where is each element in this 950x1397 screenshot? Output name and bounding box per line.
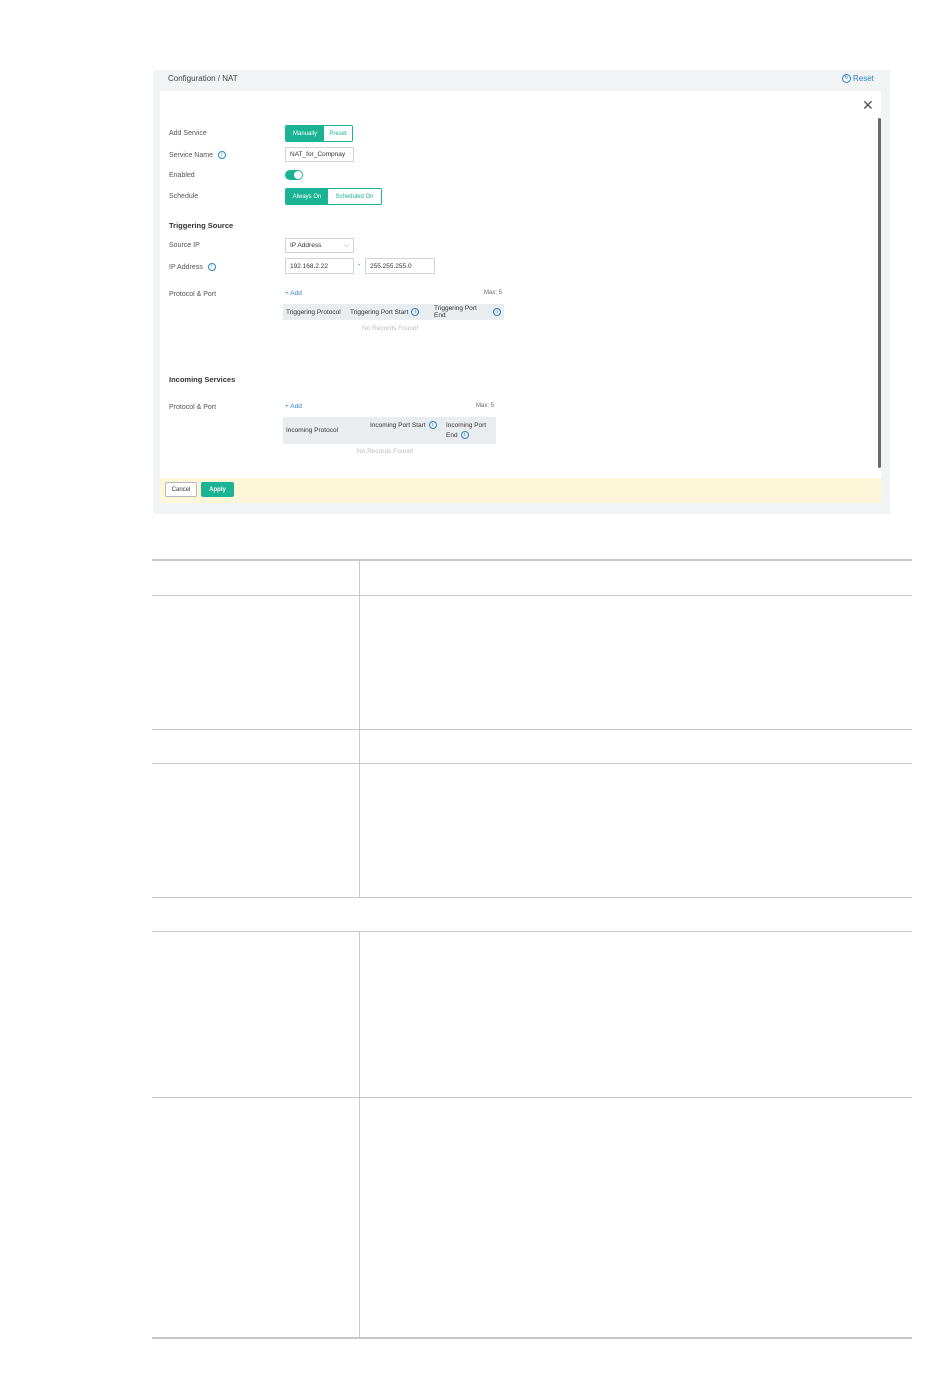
schedule-label: Schedule (169, 193, 199, 200)
incoming-table-header: Incoming Protocol Incoming Port Start i I… (283, 417, 496, 444)
column-header-text: Incoming Port Start (370, 422, 426, 429)
table-border-top (152, 559, 912, 561)
trigger-add-button[interactable]: + Add (285, 290, 302, 297)
info-icon: i (428, 421, 437, 430)
nat-dialog (160, 91, 881, 503)
dialog-footer (160, 478, 881, 503)
add-service-toggle: Manually Preset (285, 125, 353, 142)
table-row-divider (152, 897, 912, 898)
column-header: Triggering Port End i (431, 304, 504, 320)
reset-link[interactable]: ↻ Reset (842, 74, 874, 83)
always-on-option[interactable]: Always On (286, 189, 328, 204)
column-header: Incoming Protocol (286, 427, 339, 434)
trigger-protocol-port-label: Protocol & Port (169, 291, 217, 298)
info-icon: i (207, 263, 216, 271)
info-icon: i (411, 308, 420, 316)
reset-icon: ↻ (842, 74, 851, 83)
add-service-label: Add Service (169, 130, 207, 137)
table-row-divider (152, 931, 912, 932)
enabled-label: Enabled (169, 172, 195, 179)
schedule-toggle: Always On Scheduled On (285, 188, 382, 205)
scheduled-on-option[interactable]: Scheduled On (328, 189, 381, 204)
incoming-empty-text: No Records Found! (357, 448, 414, 455)
info-icon: i (493, 308, 501, 316)
table-column-divider (359, 931, 360, 1337)
breadcrumb: Configuration / NAT (168, 74, 238, 83)
reset-label: Reset (853, 74, 874, 83)
scrollbar[interactable] (878, 118, 881, 468)
triggering-source-title: Triggering Source (169, 221, 234, 230)
chevron-down-icon: ⌵ (343, 241, 349, 249)
source-ip-value: IP Address (290, 242, 322, 249)
column-header-text: Triggering Port End (434, 305, 477, 319)
enabled-switch[interactable] (285, 170, 303, 180)
column-header: Incoming Port End i (443, 417, 496, 444)
manually-option[interactable]: Manually (286, 126, 324, 141)
table-row-divider (152, 1097, 912, 1098)
ip-address-input[interactable]: 192.168.2.22 (285, 258, 354, 274)
close-icon[interactable]: ✕ (862, 97, 874, 114)
apply-button[interactable]: Apply (201, 482, 234, 497)
trigger-empty-text: No Records Found! (362, 325, 419, 332)
service-name-label-text: Service Name (169, 151, 213, 159)
incoming-add-button[interactable]: + Add (285, 403, 302, 410)
cancel-button[interactable]: Cancel (165, 482, 197, 497)
column-header: Triggering Port Start i (347, 304, 431, 320)
incoming-max-label: Max: 5 (476, 403, 495, 409)
incoming-services-title: Incoming Services (169, 375, 236, 384)
subnet-mask-input[interactable]: 255.255.255.0 (365, 258, 435, 274)
incoming-protocol-port-label: Protocol & Port (169, 404, 217, 411)
table-row-divider (152, 595, 912, 596)
table-column-divider (359, 561, 360, 897)
source-ip-label: Source IP (169, 242, 200, 249)
service-name-label: Service Name i (169, 151, 226, 159)
column-header: Triggering Protocol (286, 308, 341, 316)
source-ip-select[interactable]: IP Address ⌵ (285, 238, 354, 253)
preset-option[interactable]: Preset (324, 126, 352, 141)
switch-knob (294, 171, 302, 179)
table-row-divider (152, 763, 912, 764)
trigger-table-header: Triggering Protocol Triggering Port Star… (283, 304, 504, 320)
column-header-text: Triggering Port Start (350, 308, 409, 316)
service-name-input[interactable]: NAT_for_Compnay (285, 147, 354, 162)
info-icon: i (217, 151, 226, 159)
ip-address-label-text: IP Address (169, 263, 203, 271)
ip-address-label: IP Address i (169, 263, 216, 271)
column-header: Incoming Port Start i (367, 417, 443, 444)
table-border-bottom (152, 1337, 912, 1339)
ip-separator: - (358, 262, 361, 269)
trigger-max-label: Max: 5 (484, 290, 503, 296)
table-row-divider (152, 729, 912, 730)
info-icon: i (460, 431, 469, 440)
